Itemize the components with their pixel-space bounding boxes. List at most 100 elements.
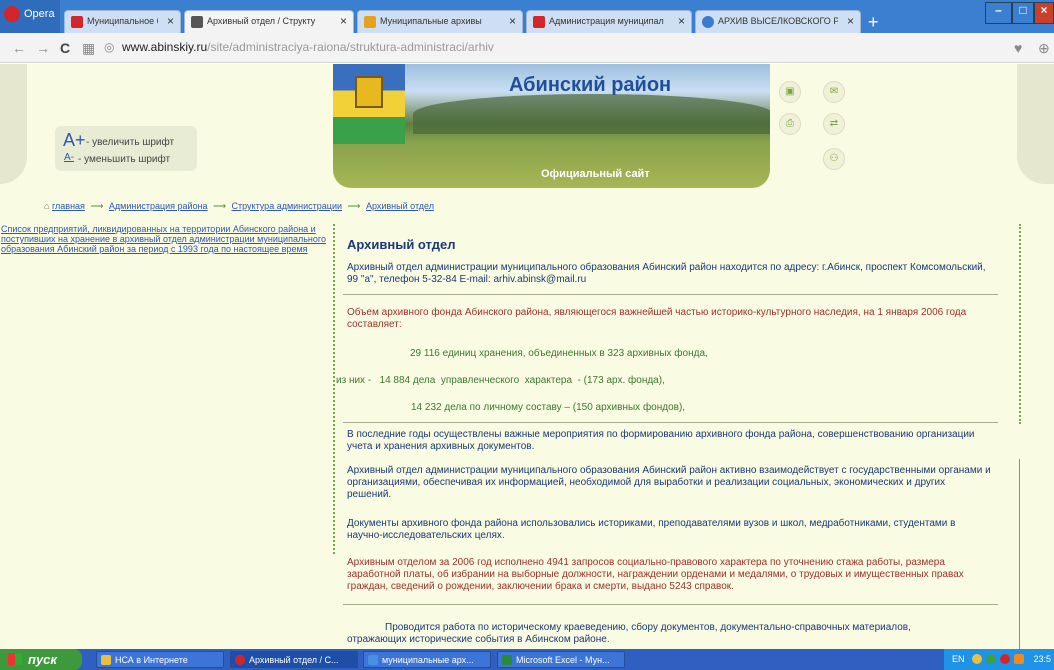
url-domain: www.abinskiy.ru [122, 40, 208, 54]
tab-title: Администрация муниципал [549, 16, 664, 26]
back-icon[interactable]: ← [12, 40, 26, 56]
tab-close-icon[interactable]: × [167, 14, 174, 28]
breadcrumb-arrow-icon: ⟶ [347, 201, 361, 211]
url-path: /site/administraciya-raiona/struktura-ad… [207, 40, 494, 54]
speed-dial-icon[interactable]: ▦ [82, 40, 95, 57]
banner-title: Абинский район [509, 74, 672, 96]
print-icon[interactable]: ⎙ [779, 113, 801, 135]
system-tray: EN 23:5 [944, 649, 1054, 670]
tab-title: АРХИВ ВЫСЕЛКОВСКОГО Р [718, 16, 838, 26]
separator [343, 422, 998, 423]
taskbar-item-label: НСА в Интернете [115, 655, 188, 665]
minimize-button[interactable]: – [985, 2, 1012, 24]
clock: 23:5 [1033, 654, 1051, 664]
forward-icon[interactable]: → [36, 40, 50, 56]
taskbar-item-label: муниципальные арх... [382, 655, 474, 665]
sitemap-icon[interactable]: ▣ [779, 81, 801, 103]
coat-of-arms-icon [355, 76, 383, 108]
fund-personnel-line: 14 232 дела по личному составу – (150 ар… [411, 402, 686, 413]
url-field[interactable]: www.abinskiy.ru/site/administraciya-raio… [122, 40, 494, 54]
opera-icon [235, 655, 245, 665]
opera-menu-button[interactable]: Opera [0, 0, 60, 33]
web-page: A+ - увеличить шрифт A- - уменьшить шриф… [0, 64, 1054, 649]
tab-favicon-icon [364, 16, 376, 28]
breadcrumb-administration[interactable]: Администрация района [109, 201, 208, 211]
extensions-icon[interactable]: ⊕ [1038, 40, 1050, 57]
address-paragraph: Архивный отдел администрации муниципальн… [347, 262, 986, 285]
tab-favicon-icon [191, 16, 203, 28]
divider [333, 224, 335, 554]
local-history-paragraph: Проводится работа по историческому краев… [347, 622, 911, 645]
page-title: Архивный отдел [347, 237, 456, 252]
left-decor-panel [0, 64, 27, 184]
fund-management-line: из них - 14 884 дела управленческого хар… [336, 375, 665, 386]
opera-logo-icon [4, 6, 20, 22]
windows-taskbar: пуск НСА в Интернете Архивный отдел / С.… [0, 649, 1054, 670]
fund-intro-paragraph: Объем архивного фонда Абинского района, … [347, 307, 967, 330]
breadcrumb-arrow-icon: ⟶ [213, 201, 226, 211]
decrease-font-button[interactable]: A- [64, 152, 74, 163]
windows-logo-icon [8, 653, 22, 665]
banner-subtitle: Официальный сайт [541, 168, 650, 180]
breadcrumb-structure[interactable]: Структура администрации [232, 201, 343, 211]
volume-icon[interactable] [986, 654, 996, 664]
language-indicator[interactable]: EN [952, 654, 965, 664]
tab-close-icon[interactable]: × [678, 14, 685, 28]
tab-municipal-budget[interactable]: Муниципальное бюджетн × [64, 10, 181, 33]
taskbar-item-excel[interactable]: Microsoft Excel - Мун... [497, 651, 625, 668]
mail-icon[interactable]: ✉ [823, 81, 845, 103]
opera-tray-icon[interactable] [1000, 654, 1010, 664]
tab-favicon-icon [71, 16, 83, 28]
breadcrumb-home[interactable]: главная [52, 201, 85, 211]
folder-icon [101, 655, 111, 665]
tab-title: Архивный отдел / Структу [207, 16, 316, 26]
tab-title: Муниципальные архивы [380, 16, 482, 26]
reload-icon[interactable]: C [60, 40, 70, 56]
tab-close-icon[interactable]: × [340, 14, 347, 28]
decrease-font-label: - уменьшить шрифт [78, 154, 171, 165]
research-paragraph: Документы архивного фонда района использ… [347, 518, 956, 541]
site-banner: Абинский район Официальный сайт [333, 64, 770, 188]
opera-label: Opera [24, 8, 55, 20]
start-label: пуск [28, 652, 57, 667]
sidebar-liquidated-enterprises-link[interactable]: Список предприятий, ликвидированных на т… [1, 224, 333, 254]
switch-version-icon[interactable]: ⇄ [823, 113, 845, 135]
home-icon: ⌂ [44, 201, 50, 211]
tab-administration[interactable]: Администрация муниципал × [526, 10, 692, 33]
increase-font-label: - увеличить шрифт [86, 137, 175, 148]
security-icon[interactable] [1014, 654, 1024, 664]
taskbar-item-label: Microsoft Excel - Мун... [516, 655, 610, 665]
tab-municipal-archives[interactable]: Муниципальные архивы × [357, 10, 523, 33]
site-info-icon[interactable]: ◎ [104, 40, 114, 54]
start-button[interactable]: пуск [0, 649, 82, 670]
right-decor-panel [1017, 64, 1054, 184]
browser-tab-strip: Opera Муниципальное бюджетн × Архивный о… [0, 0, 1054, 33]
taskbar-item-label: Архивный отдел / С... [249, 655, 339, 665]
ie-icon [368, 655, 378, 665]
banner-mountains [413, 94, 770, 134]
tab-close-icon[interactable]: × [847, 14, 854, 28]
cooperation-paragraph: Архивный отдел администрации муниципальн… [347, 465, 991, 500]
maximize-button[interactable]: □ [1012, 2, 1034, 24]
tab-archive-department[interactable]: Архивный отдел / Структу × [184, 10, 354, 33]
tab-favicon-icon [533, 16, 545, 28]
bookmark-heart-icon[interactable]: ♥ [1014, 40, 1022, 56]
address-bar: ← → C ▦ ◎ www.abinskiy.ru/site/administr… [0, 33, 1054, 63]
tab-title: Муниципальное бюджетн [87, 16, 158, 26]
requests-paragraph: Архивным отделом за 2006 год исполнено 4… [347, 557, 964, 592]
separator [343, 294, 998, 295]
excel-icon [502, 655, 512, 665]
taskbar-item-opera[interactable]: Архивный отдел / С... [230, 651, 358, 668]
people-icon[interactable]: ⚇ [823, 148, 845, 170]
breadcrumb-archive[interactable]: Архивный отдел [366, 201, 434, 211]
tab-vyselki-archive[interactable]: АРХИВ ВЫСЕЛКОВСКОГО Р × [695, 10, 861, 33]
increase-font-button[interactable]: A+ [63, 130, 86, 151]
tab-close-icon[interactable]: × [509, 14, 516, 28]
taskbar-item-browser[interactable]: муниципальные арх... [363, 651, 491, 668]
breadcrumb-arrow-icon: ⟶ [90, 201, 104, 211]
network-icon[interactable] [972, 654, 982, 664]
new-tab-button[interactable]: + [868, 12, 879, 33]
close-window-button[interactable]: × [1034, 2, 1054, 24]
breadcrumb: ⌂ главная ⟶ Администрация района ⟶ Струк… [44, 201, 434, 212]
taskbar-item-nsa[interactable]: НСА в Интернете [96, 651, 224, 668]
